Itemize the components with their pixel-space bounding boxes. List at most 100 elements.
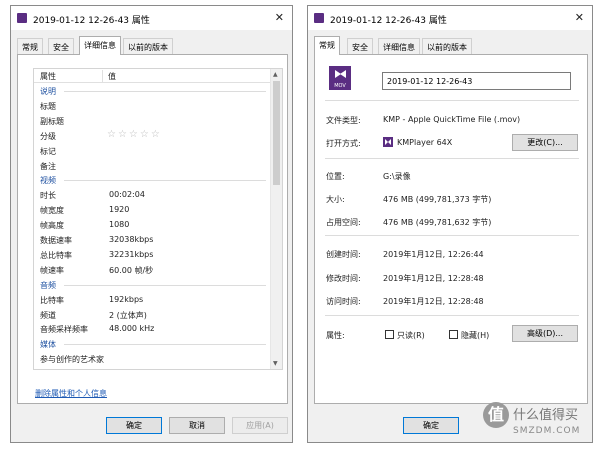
size-on-disk-value: 476 MB (499,781,632 字节) [383,218,492,227]
remove-properties-link[interactable]: 删除属性和个人信息 [35,388,107,399]
detail-row[interactable]: 时长 00:02:04 [34,188,270,202]
rating-stars-icon[interactable]: ☆☆☆☆☆ [107,129,162,140]
modified-label: 修改时间: [326,274,361,283]
smzdm-logo-icon: 值 [483,402,509,428]
ok-button[interactable]: 确定 [106,417,162,434]
property-value: 00:02:04 [109,190,145,200]
detail-row[interactable]: 比特率 192kbps [34,293,270,307]
property-name: 年 [40,369,48,370]
tab-previous-versions[interactable]: 以前的版本 [123,38,173,54]
property-value: 192kbps [109,294,144,304]
section-header: 视频 [34,173,270,187]
right-titlebar: 2019-01-12 12-26-43 属性 ✕ [308,6,592,30]
tab-general[interactable]: 常规 [17,38,43,54]
readonly-label[interactable]: 只读(R) [397,330,425,341]
detail-row[interactable]: 备注 [34,159,270,173]
tab-general[interactable]: 常规 [314,36,340,55]
details-list[interactable]: 属性 值 说明 标题副标题分级 ☆☆☆☆☆ 标记备注视频时长 00:02:04 帧宽度 19… [33,68,283,370]
detail-row[interactable]: 标记 [34,144,270,158]
property-name: 备注 [40,161,56,171]
detail-row[interactable]: 标题 [34,99,270,113]
location-label: 位置: [326,172,345,181]
created-value: 2019年1月12日, 12:26:44 [383,250,484,259]
watermark-subtext: SMZDM.COM [513,426,581,436]
advanced-button[interactable]: 高级(D)... [512,325,578,342]
left-window-title: 2019-01-12 12-26-43 属性 [33,16,150,26]
left-properties-window: 2019-01-12 12-26-43 属性 ✕ 常规 安全 详细信息 以前的版… [10,5,293,443]
change-button[interactable]: 更改(C)... [512,134,578,151]
right-properties-window: 2019-01-12 12-26-43 属性 ✕ 常规 安全 详细信息 以前的版… [307,5,593,443]
property-value: 2 (立体声) [109,310,147,320]
detail-row[interactable]: 分级 ☆☆☆☆☆ [34,129,270,143]
section-title: 视频 [40,176,56,186]
detail-row[interactable]: 频道 2 (立体声) [34,308,270,322]
section-header: 说明 [34,84,270,98]
right-window-title: 2019-01-12 12-26-43 属性 [330,16,447,26]
tab-details[interactable]: 详细信息 [79,36,121,55]
header-value[interactable]: 值 [108,71,116,82]
hidden-label[interactable]: 隐藏(H) [461,330,489,341]
attributes-label: 属性: [326,331,345,340]
smzdm-watermark: 值 什么值得买 SMZDM.COM [483,398,598,450]
detail-row[interactable]: 数据速率 32038kbps [34,233,270,247]
ok-button[interactable]: 确定 [403,417,459,434]
detail-row[interactable]: 帧速率 60.00 帧/秒 [34,263,270,277]
section-title: 媒体 [40,340,56,350]
property-name: 音频采样频率 [40,325,88,335]
property-value: 1920 [109,205,130,215]
mov-icon-label: MOV [334,83,346,89]
property-name: 副标题 [40,116,64,126]
detail-row[interactable]: 帧高度 1080 [34,218,270,232]
property-name: 分级 [40,131,56,141]
property-name: 参与创作的艺术家 [40,355,104,365]
tab-previous-versions[interactable]: 以前的版本 [422,38,472,54]
property-value: 60.00 帧/秒 [109,265,154,275]
close-icon[interactable]: ✕ [275,11,284,24]
list-header: 属性 值 [34,69,270,83]
cancel-button[interactable]: 取消 [169,417,225,434]
section-header: 媒体 [34,337,270,351]
tab-security[interactable]: 安全 [347,38,373,54]
close-icon[interactable]: ✕ [575,11,584,24]
property-value: 1080 [109,220,130,230]
details-scrollbar[interactable]: ▲ ▼ [270,69,282,369]
file-type-value: KMP - Apple QuickTime File (.mov) [383,115,521,124]
detail-row[interactable]: 总比特率 32231kbps [34,248,270,262]
file-type-label: 文件类型: [326,116,361,125]
property-name: 频道 [40,310,56,320]
open-with-label: 打开方式: [326,139,361,148]
property-value: 32038kbps [109,235,154,244]
size-on-disk-label: 占用空间: [326,218,361,227]
scroll-up-icon[interactable]: ▲ [273,71,278,78]
detail-row[interactable]: 参与创作的艺术家 [34,352,270,366]
property-name: 帧高度 [40,221,64,231]
mov-file-icon: MOV [329,66,351,90]
created-label: 创建时间: [326,250,361,259]
property-value: 48.000 kHz [109,324,155,334]
scroll-thumb[interactable] [273,81,280,185]
size-label: 大小: [326,195,345,204]
readonly-checkbox[interactable] [385,330,394,339]
scroll-down-icon[interactable]: ▼ [273,360,278,367]
details-panel: 属性 值 说明 标题副标题分级 ☆☆☆☆☆ 标记备注视频时长 00:02:04 帧宽度 19… [17,54,288,404]
accessed-label: 访问时间: [326,297,361,306]
section-header: 音频 [34,278,270,292]
size-value: 476 MB (499,781,373 字节) [383,195,492,204]
detail-row[interactable]: 年 [34,367,270,370]
property-name: 帧宽度 [40,206,64,216]
general-panel: MOV 2019-01-12 12-26-43 文件类型: KMP - Appl… [314,54,588,404]
tab-security[interactable]: 安全 [48,38,74,54]
hidden-checkbox[interactable] [449,330,458,339]
property-name: 比特率 [40,295,64,305]
left-titlebar: 2019-01-12 12-26-43 属性 ✕ [11,6,292,30]
apply-button[interactable]: 应用(A) [232,417,288,434]
file-name-field[interactable]: 2019-01-12 12-26-43 [382,72,571,90]
location-value: G:\录像 [383,172,411,181]
modified-value: 2019年1月12日, 12:28:48 [383,274,484,283]
detail-row[interactable]: 帧宽度 1920 [34,203,270,217]
header-property[interactable]: 属性 [40,71,56,82]
detail-row[interactable]: 副标题 [34,114,270,128]
accessed-value: 2019年1月12日, 12:28:48 [383,297,484,306]
detail-row[interactable]: 音频采样频率 48.000 kHz [34,322,270,336]
tab-details[interactable]: 详细信息 [378,38,420,54]
